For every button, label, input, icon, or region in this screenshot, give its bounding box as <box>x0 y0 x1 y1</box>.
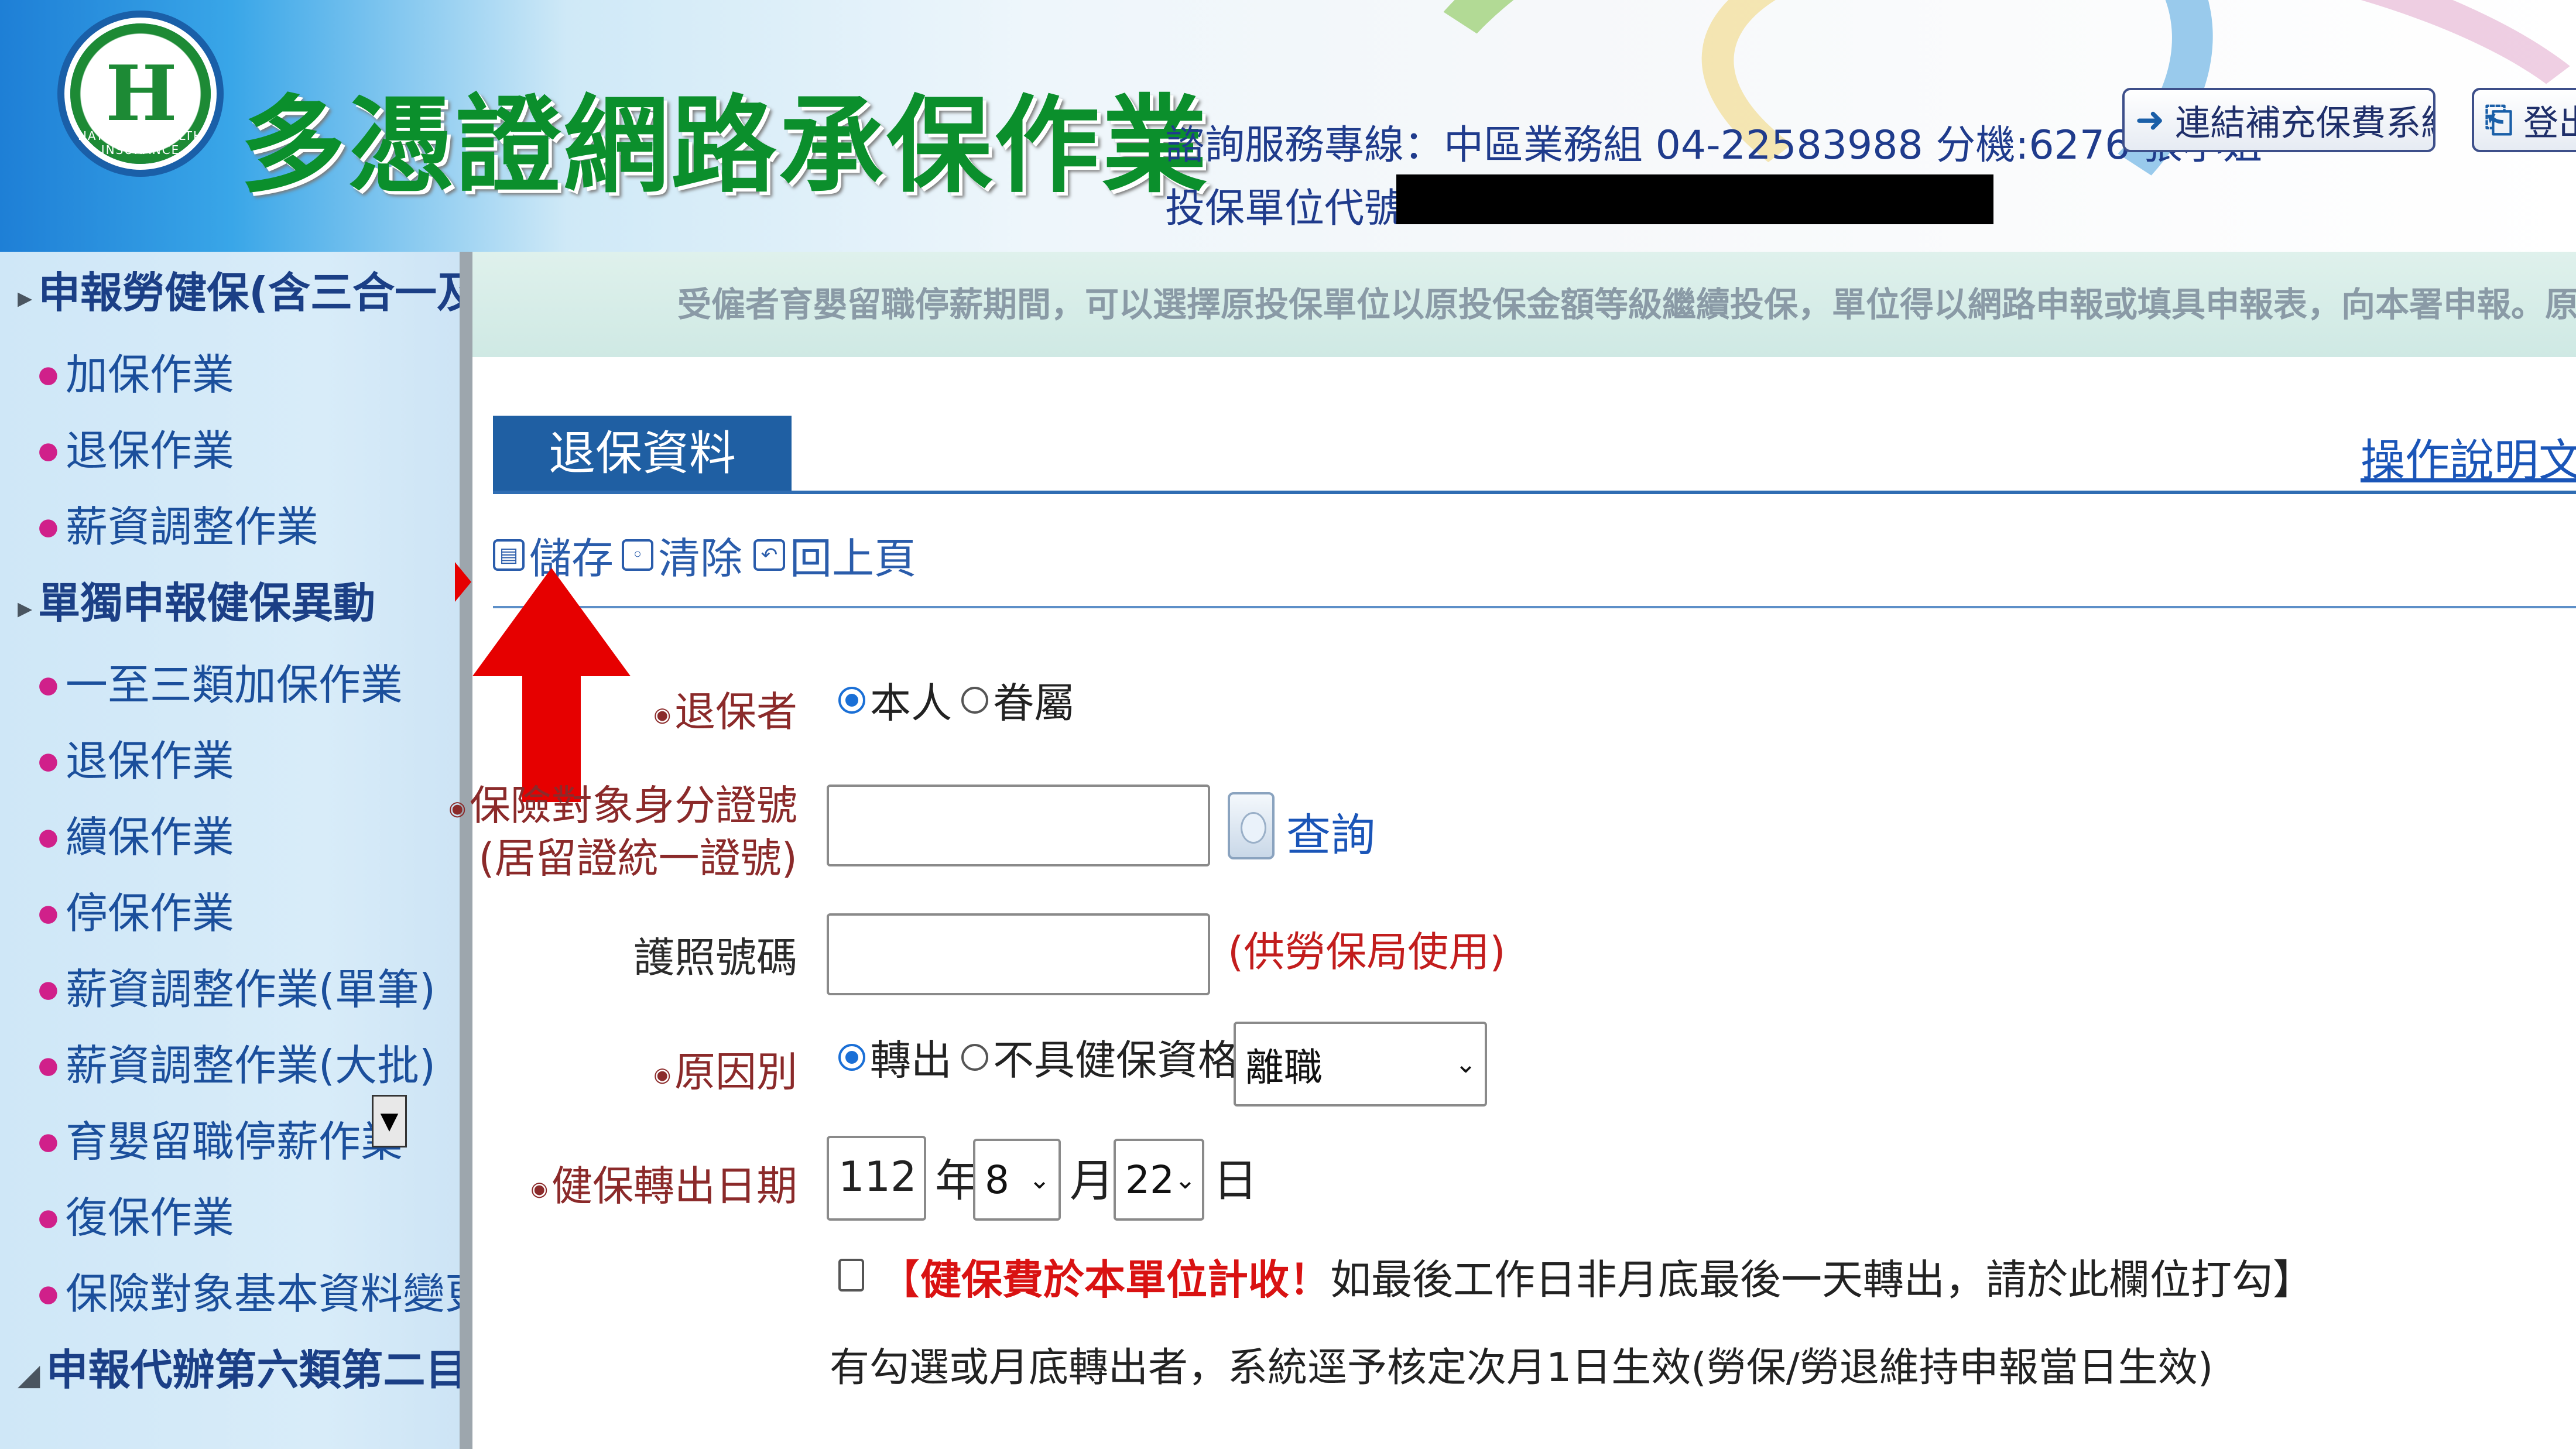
site-title: 多憑證網路承保作業 <box>240 85 1210 207</box>
sidebar-item-salary-batch[interactable]: ● 薪資調整作業(大批) <box>38 1039 436 1092</box>
unit-code-redacted <box>1396 174 1993 224</box>
reason-transfer-out-label: 轉出 <box>870 1036 952 1084</box>
bullet-icon: ● <box>38 437 59 464</box>
logo-ring-text: NATIONAL HEALTH INSURANCE <box>77 129 204 157</box>
required-marker-icon: ◉ <box>530 1177 548 1201</box>
month-unit: 月 <box>1070 1155 1114 1207</box>
required-marker-icon: ◉ <box>653 703 671 727</box>
transfer-date-label: ◉健保轉出日期 <box>530 1162 797 1210</box>
query-button[interactable] <box>1228 792 1275 859</box>
passport-input[interactable] <box>827 913 1210 995</box>
withdrawer-dependent-radio[interactable] <box>961 686 988 714</box>
toolbar-divider <box>493 606 2576 608</box>
bullet-icon: ● <box>38 361 59 388</box>
bullet-icon: ● <box>38 513 59 540</box>
reason-not-eligible-label: 不具健保資格 <box>993 1036 1239 1084</box>
sidebar-scroll-down-button[interactable]: ▼ <box>372 1095 407 1147</box>
bullet-icon: ● <box>38 1204 59 1231</box>
sidebar-splitter[interactable] <box>460 252 472 1449</box>
main-content: 受僱者育嬰留職停薪期間，可以選擇原投保單位以原投保金額等級繼續投保，單位得以網路… <box>448 252 2576 1449</box>
sidebar-section-health-only[interactable]: ▸ 單獨申報健保異動 <box>18 577 375 634</box>
effective-date-notice: 有勾選或月底轉出者，系統逕予核定次月1日生效(勞保/勞退維持申報當日生效) <box>830 1345 2214 1391</box>
reason-radio-group: 轉出 不具健保資格 <box>838 1027 1248 1087</box>
bullet-icon: ● <box>38 1128 59 1155</box>
link-supplement-premium-label: 連結補充保費系統 <box>2175 102 2435 144</box>
reason-transfer-out-radio[interactable] <box>838 1043 865 1071</box>
sidebar-section-class6-agent[interactable]: ◢申報代辦第六類第二目地區 <box>18 1344 460 1401</box>
reason-select-value: 離職 <box>1245 1044 1323 1090</box>
sidebar-item-withdrawal[interactable]: ● 退保作業 <box>38 424 234 477</box>
required-marker-icon: ◉ <box>448 796 466 820</box>
reason-label: ◉原因別 <box>653 1048 797 1096</box>
chevron-down-icon: ⌄ <box>1455 1049 1477 1079</box>
caret-down-icon: ◢ <box>18 1358 40 1392</box>
required-marker-icon: ◉ <box>653 1063 671 1087</box>
charge-here-checkbox[interactable] <box>838 1259 864 1292</box>
sidebar-item-enrollment[interactable]: ● 加保作業 <box>38 348 234 401</box>
sidebar-item-reinstatement[interactable]: ● 復保作業 <box>38 1191 234 1244</box>
reason-select[interactable]: 離職 ⌄ <box>1234 1022 1487 1107</box>
contact-info: 諮詢服務專線：中區業務組 04-22583988 分機:6276 張小姐 <box>1165 122 2262 169</box>
day-unit: 日 <box>1213 1155 1258 1207</box>
chevron-down-icon: ⌄ <box>1174 1164 1196 1195</box>
bullet-icon: ● <box>38 824 59 851</box>
withdrawer-label: ◉退保者 <box>653 688 797 736</box>
id-number-label: ◉保險對象身分證號 <box>448 782 797 830</box>
red-pointer-marker <box>455 562 471 602</box>
withdrawer-radio-group: 本人 眷屬 <box>838 670 1084 729</box>
bullet-icon: ● <box>38 900 59 927</box>
withdrawer-self-label: 本人 <box>870 679 952 727</box>
caret-right-icon: ▸ <box>18 591 33 625</box>
chevron-down-icon: ⌄ <box>1029 1164 1050 1195</box>
sidebar-item-suspension[interactable]: ● 停保作業 <box>38 887 234 940</box>
arrow-right-icon: ➜ <box>2135 100 2165 141</box>
id-number-input[interactable] <box>827 785 1210 866</box>
bullet-icon: ● <box>38 672 59 698</box>
charge-notice-highlight: 健保費於本單位計收！ <box>920 1256 1330 1304</box>
sidebar: ▸申報勞健保(含三合一及二 ●加保作業 ●退保作業 ●薪資調整作業 ▸單獨申報健… <box>0 252 460 1449</box>
bullet-icon: ● <box>38 748 59 775</box>
sidebar-section-labor-health-insurance[interactable]: ▸申報勞健保(含三合一及二 <box>18 266 460 324</box>
transfer-month-select[interactable]: 8 ⌄ <box>973 1139 1061 1221</box>
sidebar-item-salary-adjust[interactable]: ● 薪資調整作業 <box>38 501 318 553</box>
reason-not-eligible-radio[interactable] <box>961 1043 988 1071</box>
logout-label: 登出 <box>2523 102 2576 144</box>
caret-right-icon: ▸ <box>18 280 33 314</box>
passport-note: (供勞保局使用) <box>1228 928 1506 976</box>
tab-divider <box>493 491 2576 494</box>
withdrawer-dependent-label: 眷屬 <box>993 679 1075 727</box>
bullet-icon: ● <box>38 1052 59 1079</box>
help-document-link[interactable]: 操作說明文件 <box>2361 424 2576 489</box>
header: H NATIONAL HEALTH INSURANCE 多憑證網路承保作業 諮詢… <box>0 0 2576 252</box>
sidebar-item-class1-3-enrollment[interactable]: ● 一至三類加保作業 <box>38 659 403 711</box>
id-number-label-sub: (居留證統一證號) <box>478 834 797 882</box>
nhi-logo: H NATIONAL HEALTH INSURANCE <box>70 23 211 164</box>
transfer-day-select[interactable]: 22 ⌄ <box>1114 1139 1204 1221</box>
transfer-year-input[interactable]: 112 <box>827 1136 926 1221</box>
form-labels: ◉退保者 ◉保險對象身分證號 (居留證統一證號) 護照號碼 ◉原因別 ◉健保轉出… <box>448 252 797 1449</box>
logo-mark-icon: H <box>105 49 177 138</box>
sidebar-item-basic-info-change[interactable]: ● 保險對象基本資料變更 <box>38 1268 460 1320</box>
query-link[interactable]: 查詢 <box>1286 799 1375 864</box>
passport-label: 護照號碼 <box>633 934 797 982</box>
bullet-icon: ● <box>38 976 59 1003</box>
charge-notice: 【健保費於本單位計收！如最後工作日非月底最後一天轉出，請於此欄位打勾】 <box>879 1256 2314 1304</box>
sidebar-item-salary-single[interactable]: ● 薪資調整作業(單筆) <box>38 963 436 1016</box>
sidebar-item-parental-leave[interactable]: ● 育嬰留職停薪作業 <box>38 1115 403 1168</box>
withdrawer-self-radio[interactable] <box>838 686 865 714</box>
sidebar-item-renewal[interactable]: ● 續保作業 <box>38 811 234 864</box>
sidebar-item-health-withdrawal[interactable]: ● 退保作業 <box>38 735 234 787</box>
charge-notice-text: 如最後工作日非月底最後一天轉出，請於此欄位打勾】 <box>1330 1256 2314 1304</box>
logout-button[interactable]: ⎗ 登出 <box>2472 88 2576 152</box>
bullet-icon: ● <box>38 1280 59 1307</box>
exit-door-icon: ⎗ <box>2485 100 2513 141</box>
link-supplement-premium-button[interactable]: ➜ 連結補充保費系統 <box>2122 88 2435 152</box>
